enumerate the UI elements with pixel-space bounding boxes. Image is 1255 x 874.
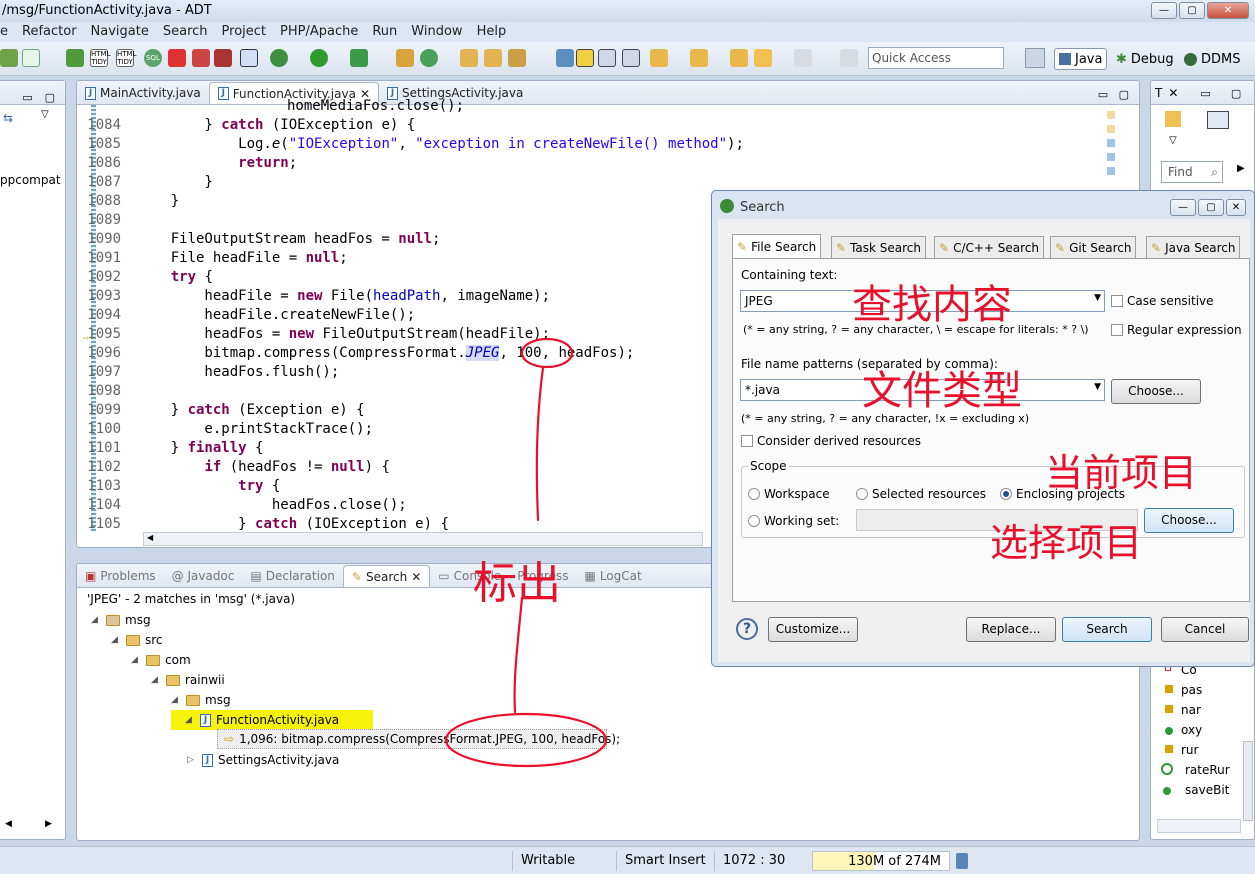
handwritten-annotations: 标出 查找内容 文件类型 当前项目 选择项目 (444, 282, 1197, 768)
annotation-select-project: 选择项目 (990, 521, 1142, 565)
annotation-line-lower (513, 596, 524, 714)
annotation-line-upper (535, 366, 545, 522)
annotation-circle-editor (520, 337, 574, 369)
annotation-file-type: 文件类型 (862, 368, 1022, 414)
annotation-circle-result (444, 712, 608, 768)
annotation-marked: 标出 (473, 558, 561, 609)
annotation-content: 查找内容 (852, 282, 1012, 328)
annotation-current-project: 当前项目 (1045, 451, 1197, 495)
